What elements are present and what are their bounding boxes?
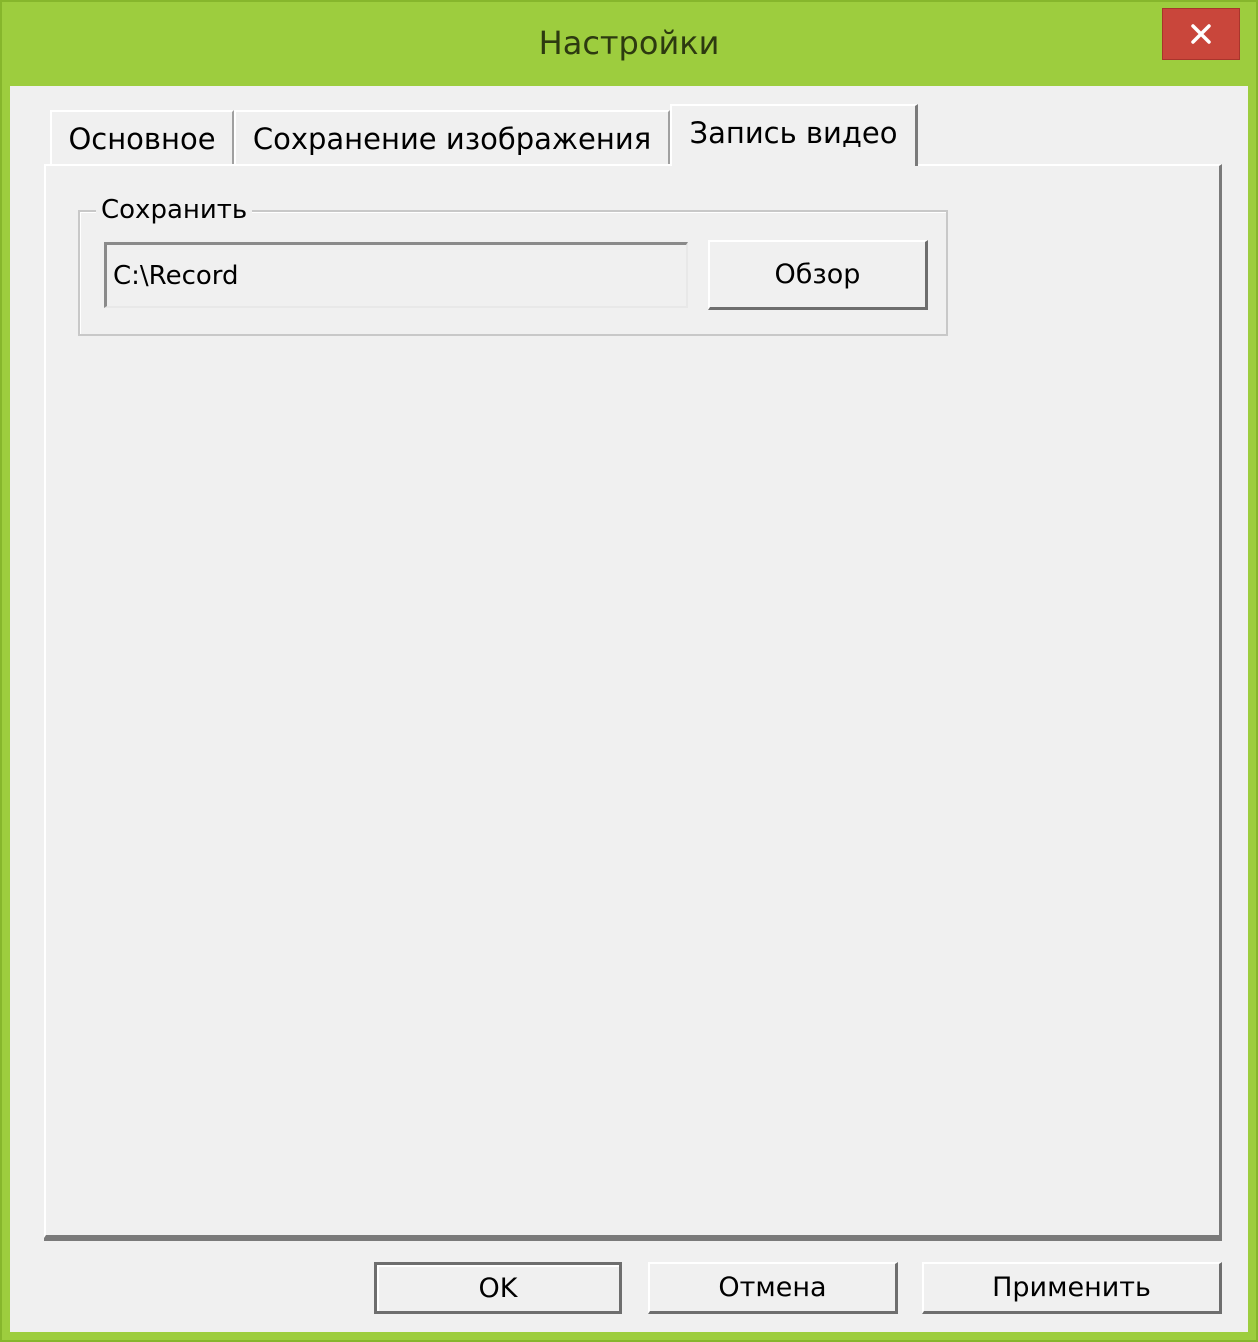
title-bar[interactable]: Настройки xyxy=(2,2,1256,86)
tab-label: Основное xyxy=(68,122,216,156)
save-groupbox: Сохранить Обзор xyxy=(78,193,948,336)
tab-video-recording[interactable]: Запись видео xyxy=(670,104,918,166)
close-button[interactable] xyxy=(1162,8,1240,60)
tab-image-saving[interactable]: Сохранение изображения xyxy=(234,110,670,166)
footer-divider xyxy=(44,1238,1222,1241)
tab-panel-video-recording: Сохранить Обзор xyxy=(44,164,1222,1238)
tab-label: Сохранение изображения xyxy=(252,122,652,156)
dialog-client-area: Основное Сохранение изображения Запись в… xyxy=(10,86,1248,1332)
ok-button[interactable]: OK xyxy=(374,1262,622,1314)
cancel-button[interactable]: Отмена xyxy=(648,1262,898,1314)
browse-button[interactable]: Обзор xyxy=(708,240,928,310)
tab-general[interactable]: Основное xyxy=(50,110,234,166)
tab-label: Запись видео xyxy=(689,116,898,150)
save-group-label: Сохранить xyxy=(96,193,253,227)
window-title: Настройки xyxy=(538,24,720,62)
save-path-field[interactable] xyxy=(104,242,688,308)
apply-button[interactable]: Применить xyxy=(922,1262,1222,1314)
close-icon xyxy=(1190,23,1212,45)
settings-dialog: Настройки Основное Сохранение изображени… xyxy=(0,0,1258,1342)
